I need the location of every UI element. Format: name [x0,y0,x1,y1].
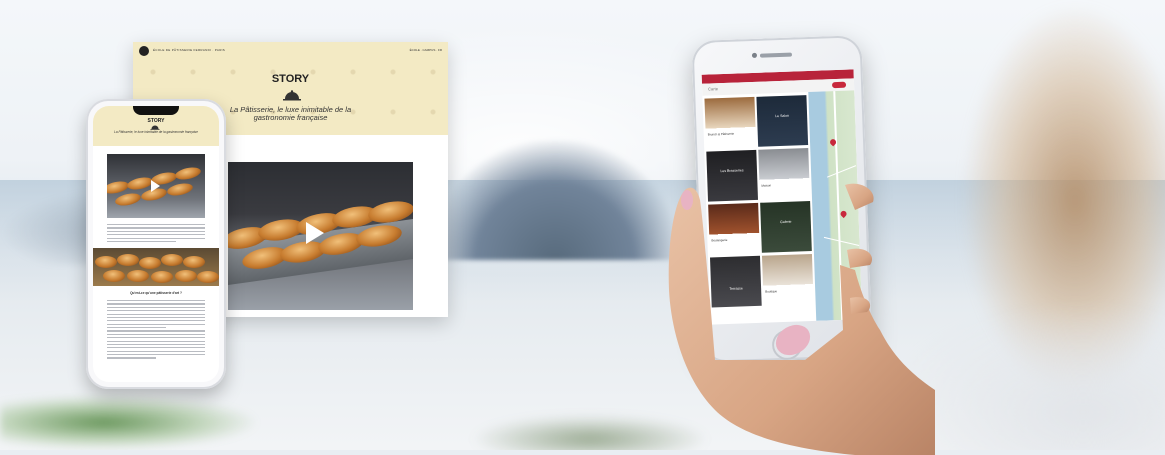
play-icon[interactable] [306,222,324,244]
foreground-grass [0,395,260,450]
logo-icon [139,46,149,56]
pastry [161,254,183,266]
map-road [826,165,857,178]
body-text [107,300,205,361]
top-nav: ÉCOLE DE PÂTISSERIE FERRANDI · PARIS ÉCO… [133,42,448,60]
phone-mockup-left: STORY La Pâtisserie, le luxe inimitable … [86,99,226,389]
mountain [430,140,680,260]
pastry [103,270,125,282]
speaker-grille [759,52,793,58]
pastry-image [93,248,219,286]
hand [668,183,935,455]
toolbar-label: Carte [708,86,718,92]
pastry [127,270,149,282]
page-subtitle: La Pâtisserie, le luxe inimitable de la … [229,105,352,122]
map-toggle[interactable] [831,81,847,89]
phone-screen: STORY La Pâtisserie, le luxe inimitable … [93,106,219,382]
cloche-icon [283,90,301,101]
page-title: STORY [271,73,310,85]
nav-site-name: ÉCOLE DE PÂTISSERIE FERRANDI · PARIS [153,48,226,52]
venue-card[interactable]: Le Salon [756,95,809,147]
croissant [174,165,202,182]
section-heading: Qu'est-ce qu'une pâtisserie d'art ? [130,291,182,295]
phone-notch [133,106,179,115]
pastry [117,254,139,266]
pastry [95,256,117,268]
video-player[interactable] [107,154,205,218]
nav-links: ÉCOLE · CAMPUS · FR [409,48,442,52]
pastry [139,257,161,269]
pastry [197,271,219,283]
pastry [183,256,205,268]
page-subtitle: La Pâtisserie, le luxe inimitable de la … [114,130,198,134]
venue-card[interactable]: Brunch & Pâtisserie [704,96,757,149]
croissant [166,181,194,198]
pastry [151,271,173,283]
croissant [114,191,142,208]
body-text [107,224,205,244]
pastry [175,270,197,282]
play-icon[interactable] [151,180,160,192]
video-player[interactable] [228,162,413,310]
camera-icon [751,52,758,58]
